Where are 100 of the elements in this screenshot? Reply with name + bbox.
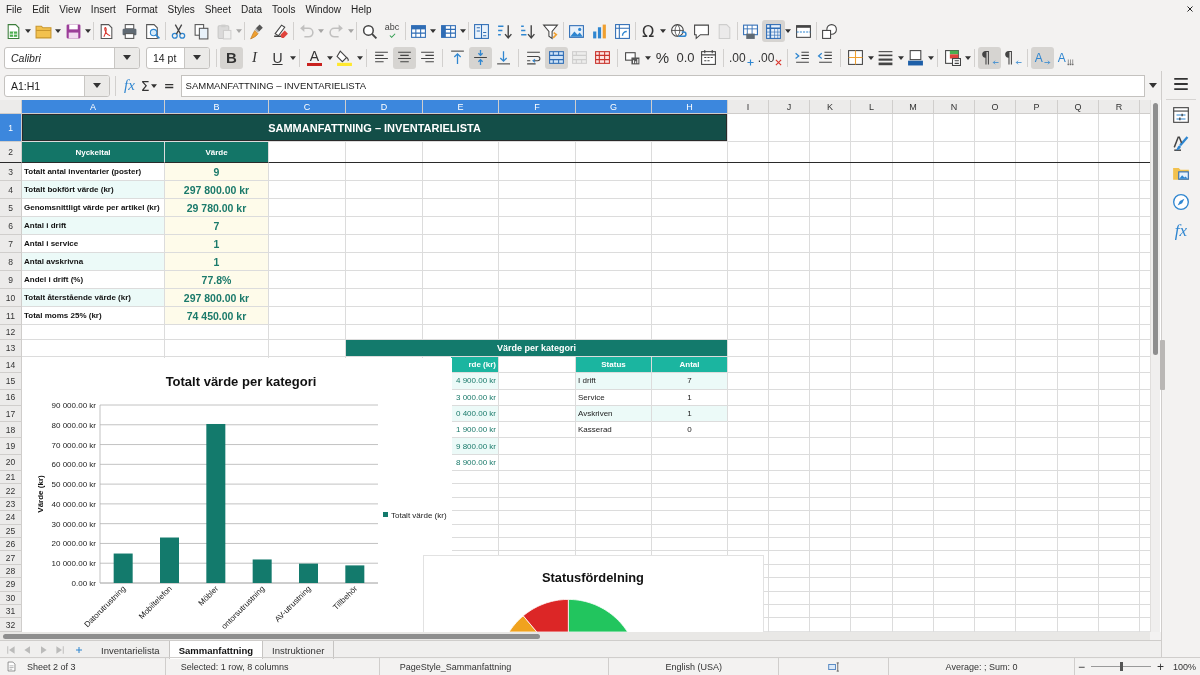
bar-chart-icon[interactable]	[590, 22, 608, 40]
sort-descending-icon[interactable]	[518, 22, 536, 40]
calendar-icon[interactable]	[700, 49, 717, 66]
percent-format-button[interactable]: %	[651, 46, 674, 69]
line-thickness-icon[interactable]	[877, 49, 895, 66]
slider-thumb[interactable]	[1119, 662, 1123, 671]
font-name-field[interactable]: Calibri	[4, 46, 140, 69]
row-header[interactable]: 10	[0, 289, 22, 307]
table-rows-icon[interactable]	[409, 22, 427, 40]
row-header[interactable]: 7	[0, 235, 22, 253]
caret-icon[interactable]	[644, 55, 651, 60]
row-header[interactable]: 27	[0, 551, 22, 565]
row-header[interactable]: 9	[0, 271, 22, 289]
menu-item[interactable]: Styles	[162, 3, 200, 15]
funnel-icon[interactable]	[541, 22, 559, 40]
speech-bubble-icon[interactable]	[692, 22, 710, 40]
paintbrush-icon[interactable]	[1172, 135, 1190, 153]
window-icon[interactable]	[794, 22, 812, 40]
align-center-button[interactable]	[393, 46, 416, 69]
menu-item[interactable]: Window	[300, 3, 346, 15]
column-header[interactable]: F	[499, 100, 576, 114]
sort-ascending-icon[interactable]	[495, 22, 513, 40]
row-header[interactable]: 29	[0, 578, 22, 592]
font-color-button[interactable]: A	[303, 46, 326, 69]
column-header[interactable]: E	[423, 100, 499, 114]
page-style[interactable]: PageStyle_Sammanfattning	[399, 661, 512, 672]
table-printer-icon[interactable]	[741, 22, 759, 40]
caret-icon[interactable]	[55, 29, 61, 33]
row-header[interactable]: 11	[0, 307, 22, 325]
vertical-text-button[interactable]: A	[1054, 46, 1078, 69]
dropdown-button[interactable]	[84, 75, 109, 96]
row-header[interactable]: 18	[0, 422, 22, 439]
two-panel-icon[interactable]	[472, 22, 490, 40]
decrease-indent-icon[interactable]	[817, 49, 835, 66]
scissors-icon[interactable]	[169, 22, 187, 40]
close-icon[interactable]	[1186, 5, 1194, 13]
caret-icon[interactable]	[326, 55, 333, 60]
column-header[interactable]: G	[576, 100, 652, 114]
caret-icon[interactable]	[25, 29, 31, 33]
row-header[interactable]: 8	[0, 253, 22, 271]
freeze-panes-button[interactable]	[761, 20, 785, 42]
font-size-field[interactable]: 14 pt	[146, 46, 210, 69]
zoom-level[interactable]: 100%	[1172, 661, 1196, 672]
row-header[interactable]: 15	[0, 373, 22, 390]
table-arc-icon[interactable]	[613, 22, 631, 40]
special-character-button[interactable]: Ω	[636, 20, 660, 42]
row-header[interactable]: 32	[0, 618, 22, 632]
row-header[interactable]: 3	[0, 163, 22, 181]
caret-icon[interactable]	[964, 55, 971, 60]
vertical-scrollbar[interactable]	[1150, 100, 1160, 632]
chart-card-icon[interactable]	[624, 49, 641, 66]
caret-icon[interactable]	[289, 55, 296, 60]
caret-icon[interactable]	[356, 55, 363, 60]
add-decimal-button[interactable]: .00	[727, 46, 756, 69]
language-status[interactable]: English (USA)	[665, 661, 723, 672]
merge-center-button[interactable]	[545, 46, 568, 69]
menu-item[interactable]: Tools	[267, 3, 301, 15]
table-grid-icon[interactable]	[594, 49, 611, 66]
caret-icon[interactable]	[85, 29, 91, 33]
row-header[interactable]: 5	[0, 199, 22, 217]
column-header[interactable]: B	[165, 100, 269, 114]
delete-decimal-button[interactable]: .00	[755, 46, 785, 69]
scrollbar-thumb[interactable]	[1153, 103, 1158, 355]
sum-button[interactable]: Σ	[137, 75, 151, 96]
caret-icon[interactable]	[927, 55, 934, 60]
eraser-icon[interactable]	[271, 22, 289, 40]
sheet-tab[interactable]: Instruktioner	[263, 641, 335, 659]
colored-table-icon[interactable]	[944, 49, 962, 66]
row-header[interactable]: 21	[0, 471, 22, 485]
caret-icon[interactable]	[1149, 83, 1157, 88]
increase-indent-icon[interactable]	[794, 49, 812, 66]
row-header[interactable]: 1	[0, 114, 22, 142]
column-header[interactable]: H	[652, 100, 728, 114]
column-header[interactable]: D	[346, 100, 423, 114]
row-header[interactable]: 2	[0, 142, 22, 163]
row-header[interactable]: 6	[0, 217, 22, 235]
spreadsheet-grid[interactable]	[0, 100, 1150, 632]
menu-item[interactable]: View	[54, 3, 86, 15]
formula-button[interactable]: =	[160, 75, 178, 96]
functions-deck-button[interactable]: fx	[1174, 222, 1188, 240]
document-magnifier-icon[interactable]	[143, 22, 161, 40]
printer-icon[interactable]	[120, 22, 138, 40]
caret-icon[interactable]	[867, 55, 874, 60]
right-to-left-button[interactable]: ¶	[1001, 46, 1025, 69]
standard-format-button[interactable]: 0.0	[674, 46, 697, 69]
scrollbar-thumb[interactable]	[3, 634, 540, 639]
menu-item[interactable]: Edit	[27, 3, 55, 15]
formula-input-field[interactable]: SAMMANFATTNING – INVENTARIELISTA	[180, 74, 1145, 97]
menu-item[interactable]: Format	[120, 3, 163, 15]
left-to-right-button[interactable]: ¶	[978, 46, 1002, 69]
menu-item[interactable]: Help	[346, 3, 377, 15]
menu-item[interactable]: File	[1, 3, 28, 15]
copy-icon[interactable]	[192, 22, 210, 40]
image-icon[interactable]	[567, 22, 585, 40]
dropdown-button[interactable]	[184, 47, 209, 68]
row-header[interactable]: 12	[0, 325, 22, 340]
align-middle-button[interactable]	[469, 46, 492, 69]
globe-link-icon[interactable]	[669, 22, 687, 40]
menu-item[interactable]: Insert	[85, 3, 121, 15]
dropdown-button[interactable]	[114, 47, 139, 68]
